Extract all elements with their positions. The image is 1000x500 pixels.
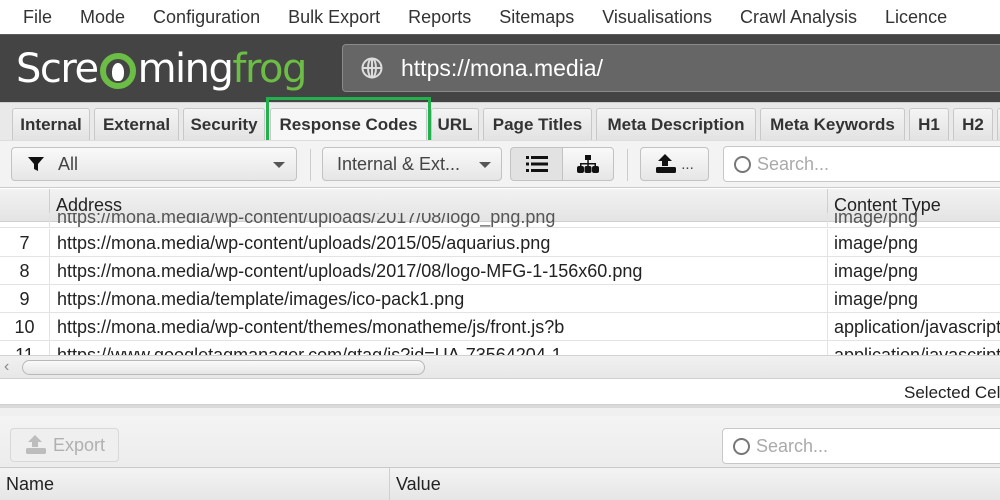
menu-bulk-export[interactable]: Bulk Export	[288, 7, 380, 28]
export-ellipsis: ...	[681, 155, 694, 173]
chevron-down-icon	[479, 162, 491, 168]
search-placeholder: Search...	[757, 153, 830, 174]
address-cell: https://mona.media/wp-content/uploads/20…	[50, 257, 828, 285]
list-view-button[interactable]	[510, 147, 563, 181]
menu-bar: File Mode Configuration Bulk Export Repo…	[0, 0, 1000, 34]
content-type-cell: image/png	[834, 232, 919, 253]
upload-icon	[656, 154, 677, 173]
details-toolbar: Export Search...	[0, 416, 1000, 468]
tab-meta-keywords[interactable]: Meta Keywords	[760, 108, 905, 141]
address-cell: https://mona.media/wp-content/themes/mon…	[50, 313, 828, 341]
table-row[interactable]: 7 https://mona.media/wp-content/uploads/…	[0, 229, 1000, 257]
table-row[interactable]: https://mona.media/wp-content/uploads/20…	[0, 213, 1000, 228]
tab-internal[interactable]: Internal	[12, 108, 90, 141]
menu-configuration[interactable]: Configuration	[153, 7, 260, 28]
filter-dropdown[interactable]: All	[11, 147, 297, 181]
details-export-button[interactable]: Export	[10, 428, 119, 462]
row-number: 11	[0, 341, 50, 355]
menu-visualisations[interactable]: Visualisations	[602, 7, 712, 28]
chevron-down-icon	[273, 162, 285, 168]
scope-value: Internal & Ext...	[337, 153, 461, 174]
menu-sitemaps[interactable]: Sitemaps	[499, 7, 574, 28]
list-icon	[525, 156, 548, 172]
details-table-header: Name Value	[0, 468, 1000, 500]
globe-icon	[361, 57, 383, 79]
sitemap-icon	[577, 155, 599, 173]
tab-external[interactable]: External	[94, 108, 179, 141]
address-cell: https://mona.media/template/images/ico-p…	[50, 285, 828, 313]
tree-view-button[interactable]	[562, 147, 614, 181]
content-type-cell: application/javascript	[834, 316, 1000, 337]
scroll-left-icon[interactable]: ‹	[4, 358, 9, 376]
results-table: Address Content Type https://mona.media/…	[0, 189, 1000, 355]
toolbar-divider	[627, 149, 628, 181]
scope-dropdown[interactable]: Internal & Ext...	[322, 147, 502, 181]
screaming-frog-logo: Scre ming frog	[16, 45, 307, 93]
tab-response-codes[interactable]: Response Codes	[270, 108, 427, 141]
menu-mode[interactable]: Mode	[80, 7, 125, 28]
tab-security[interactable]: Security	[183, 108, 265, 141]
address-cell: https://mona.media/wp-content/uploads/20…	[50, 229, 828, 257]
horizontal-scrollbar[interactable]: ‹	[0, 355, 1000, 379]
menu-file[interactable]: File	[23, 7, 52, 28]
column-header-value[interactable]: Value	[390, 468, 1000, 500]
address-cell: https://www.googletagmanager.com/gtag/js…	[50, 341, 828, 355]
toolbar-divider	[310, 149, 311, 181]
search-input[interactable]: Search...	[723, 146, 1000, 182]
tab-meta-description[interactable]: Meta Description	[596, 108, 756, 141]
row-number: 7	[0, 229, 50, 257]
logo-text-scre: Scre	[16, 46, 99, 92]
export-button[interactable]: ...	[640, 147, 709, 181]
table-row[interactable]: 10 https://mona.media/wp-content/themes/…	[0, 313, 1000, 341]
details-export-label: Export	[53, 434, 106, 455]
upload-icon	[26, 435, 46, 454]
table-row[interactable]: 8 https://mona.media/wp-content/uploads/…	[0, 257, 1000, 285]
logo-text-ming: ming	[137, 46, 234, 92]
menu-crawl-analysis[interactable]: Crawl Analysis	[740, 7, 857, 28]
table-row[interactable]: 9 https://mona.media/template/images/ico…	[0, 285, 1000, 313]
content-type-cell: image/png	[834, 288, 919, 309]
url-value: https://mona.media/	[401, 54, 603, 81]
content-type-cell: application/javascript	[834, 344, 1000, 356]
app-header: Scre ming frog https://mona.media/	[0, 34, 1000, 102]
partial-address: https://mona.media/wp-content/uploads/20…	[50, 213, 828, 228]
scrollbar-thumb[interactable]	[22, 360, 425, 375]
row-number: 10	[0, 313, 50, 341]
table-row[interactable]: 11 https://www.googletagmanager.com/gtag…	[0, 341, 1000, 355]
frog-icon	[99, 53, 136, 89]
details-search-placeholder: Search...	[756, 435, 829, 456]
content-type-cell: image/png	[834, 260, 919, 281]
tab-bar: Internal External Security Response Code…	[0, 102, 1000, 141]
status-bar: Selected Cells	[0, 379, 1000, 405]
details-search-input[interactable]: Search...	[722, 428, 1000, 464]
search-icon	[734, 155, 751, 173]
details-pane: Export Search... Name Value	[0, 405, 1000, 500]
url-input[interactable]: https://mona.media/	[342, 44, 1000, 92]
row-number: 8	[0, 257, 50, 285]
filter-value: All	[58, 153, 79, 174]
row-number: 9	[0, 285, 50, 313]
column-header-name[interactable]: Name	[0, 468, 390, 500]
tab-h1[interactable]: H1	[909, 108, 949, 141]
tab-h2[interactable]: H2	[953, 108, 993, 141]
partial-content-type: image/png	[834, 213, 919, 227]
tab-url[interactable]: URL	[431, 108, 479, 141]
filter-icon	[28, 157, 44, 171]
menu-licence[interactable]: Licence	[885, 7, 947, 28]
selected-cells-label: Selected Cells	[904, 383, 1000, 402]
filter-toolbar: All Internal & Ext... ... Search...	[0, 140, 1000, 188]
logo-text-frog: frog	[232, 46, 307, 92]
tab-page-titles[interactable]: Page Titles	[483, 108, 592, 141]
menu-reports[interactable]: Reports	[408, 7, 471, 28]
search-icon	[733, 437, 750, 455]
